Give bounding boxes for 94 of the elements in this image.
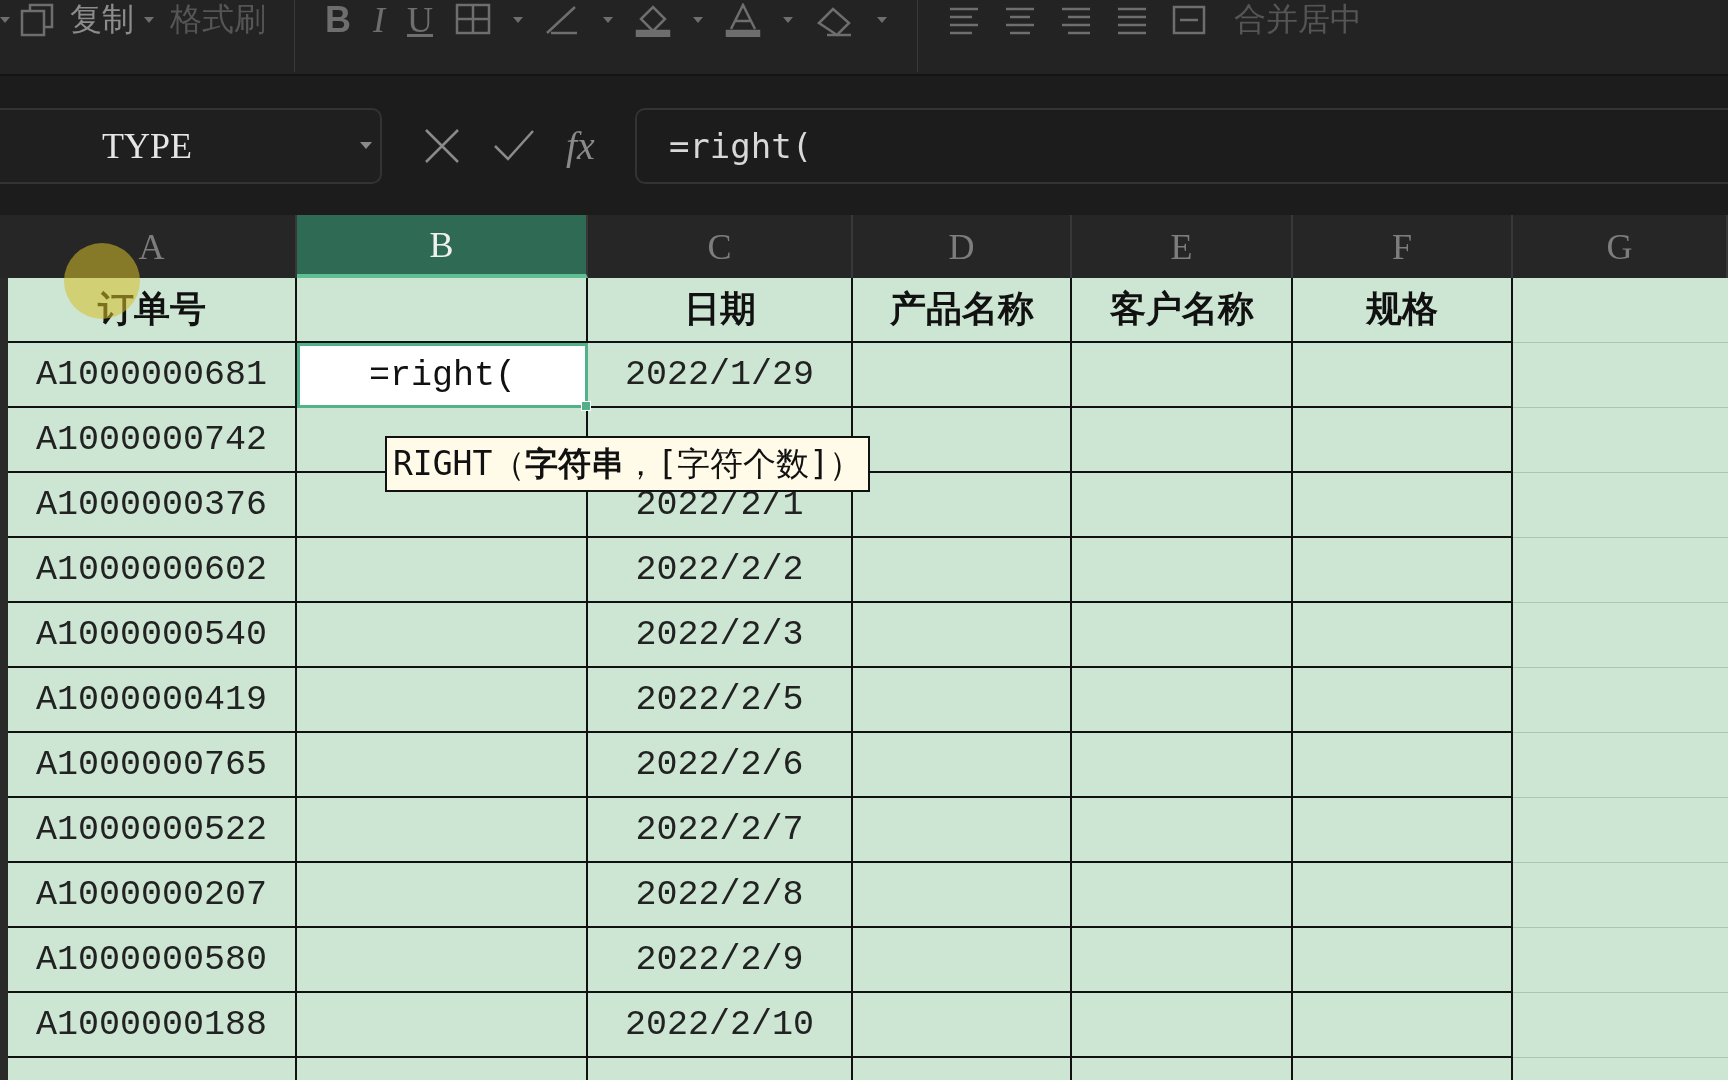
empty-cell[interactable] [1072, 798, 1293, 863]
empty-cell[interactable] [1293, 343, 1513, 408]
empty-cell[interactable] [1072, 928, 1293, 993]
table-cell: 2022/2/7 [588, 798, 853, 863]
empty-cell[interactable] [1293, 863, 1513, 928]
caret-icon[interactable] [783, 17, 793, 23]
column-header[interactable]: G [1513, 215, 1728, 278]
empty-cell[interactable] [1072, 668, 1293, 733]
empty-cell[interactable] [1293, 798, 1513, 863]
formula-field[interactable]: =right( [634, 107, 1728, 184]
caret-icon[interactable] [513, 17, 523, 23]
column-header[interactable]: F [1293, 215, 1513, 278]
empty-cell[interactable] [297, 668, 588, 733]
empty-cell[interactable] [853, 733, 1072, 798]
table-cell: 2022/2/8 [588, 863, 853, 928]
copy-icon[interactable] [20, 3, 54, 37]
empty-cell[interactable] [1293, 668, 1513, 733]
empty-cell[interactable] [1293, 473, 1513, 538]
column-header[interactable]: A [8, 215, 297, 278]
table-cell: A1000000602 [8, 538, 297, 603]
empty-cell[interactable] [297, 863, 588, 928]
column-header[interactable]: C [588, 215, 853, 278]
empty-cell[interactable] [1072, 343, 1293, 408]
active-cell[interactable]: =right( [297, 343, 588, 408]
fill-handle[interactable] [581, 401, 591, 411]
table-cell: 2022/2/2 [588, 538, 853, 603]
caret-icon[interactable] [360, 142, 372, 149]
name-box[interactable]: TYPE [0, 107, 382, 184]
empty-cell[interactable] [853, 603, 1072, 668]
empty-cell[interactable] [1293, 733, 1513, 798]
empty-cell[interactable] [853, 343, 1072, 408]
caret-icon[interactable] [144, 17, 154, 23]
empty-cell[interactable] [1072, 538, 1293, 603]
table-cell: 2022/2/3 [588, 603, 853, 668]
font-color-icon[interactable] [725, 3, 761, 37]
empty-cell[interactable] [1293, 538, 1513, 603]
copy-button[interactable]: 复制 [70, 0, 134, 42]
table-cell: A1000000580 [8, 928, 297, 993]
empty-cell[interactable] [853, 538, 1072, 603]
table-cell: A1000000742 [8, 408, 297, 473]
empty-cell[interactable] [297, 993, 588, 1058]
underline-button[interactable]: U [407, 0, 433, 41]
table-cell: A1000000522 [8, 798, 297, 863]
wrap-icon[interactable] [1172, 5, 1206, 35]
column-title: 产品名称 [853, 278, 1072, 343]
empty-cell[interactable] [853, 928, 1072, 993]
table-cell: 2022/2/5 [588, 668, 853, 733]
table-cell: A1000000540 [8, 603, 297, 668]
empty-cell[interactable] [297, 603, 588, 668]
empty-cell[interactable] [1072, 603, 1293, 668]
empty-cell[interactable] [1072, 993, 1293, 1058]
caret-icon[interactable] [877, 17, 887, 23]
empty-cell[interactable] [1072, 733, 1293, 798]
empty-cell[interactable] [1293, 928, 1513, 993]
column-header[interactable]: E [1072, 215, 1293, 278]
italic-button[interactable]: I [373, 0, 385, 41]
empty-cell[interactable] [1293, 408, 1513, 473]
empty-cell[interactable] [297, 538, 588, 603]
table-cell: 2022/2/10 [588, 993, 853, 1058]
table-cell: A1000000207 [8, 863, 297, 928]
corner-cell[interactable] [0, 215, 8, 278]
empty-cell[interactable] [297, 928, 588, 993]
function-tooltip: RIGHT（字符串，[字符个数]） [385, 436, 871, 492]
empty-cell[interactable] [1072, 408, 1293, 473]
table-cell: A1000000188 [8, 993, 297, 1058]
border-icon[interactable] [455, 3, 491, 37]
column-title: 订单号 [8, 278, 297, 343]
column-header[interactable]: B [297, 215, 588, 278]
column-title: 客户名称 [1072, 278, 1293, 343]
column-title: 规格 [1293, 278, 1513, 343]
empty-cell[interactable] [1072, 473, 1293, 538]
fill-bucket-icon[interactable] [635, 3, 671, 37]
column-title: 日期 [588, 278, 853, 343]
table-cell: A1000000376 [8, 473, 297, 538]
column-header[interactable]: D [853, 215, 1072, 278]
table-cell: A1000000765 [8, 733, 297, 798]
empty-cell[interactable] [1293, 993, 1513, 1058]
bold-button[interactable]: B [325, 0, 351, 41]
table-cell: 2022/2/9 [588, 928, 853, 993]
empty-cell[interactable] [853, 798, 1072, 863]
caret-icon[interactable] [693, 17, 703, 23]
caret-icon[interactable] [603, 17, 613, 23]
empty-cell[interactable] [1072, 863, 1293, 928]
function-button[interactable]: fx [566, 122, 595, 169]
table-cell: 2022/2/6 [588, 733, 853, 798]
table-cell: A1000000419 [8, 668, 297, 733]
empty-cell[interactable] [297, 733, 588, 798]
empty-cell[interactable] [1293, 603, 1513, 668]
empty-cell[interactable] [853, 863, 1072, 928]
empty-cell[interactable] [853, 668, 1072, 733]
empty-cell[interactable] [853, 993, 1072, 1058]
caret-icon[interactable] [0, 17, 10, 23]
table-cell: 2022/1/29 [588, 343, 853, 408]
empty-cell[interactable] [297, 798, 588, 863]
